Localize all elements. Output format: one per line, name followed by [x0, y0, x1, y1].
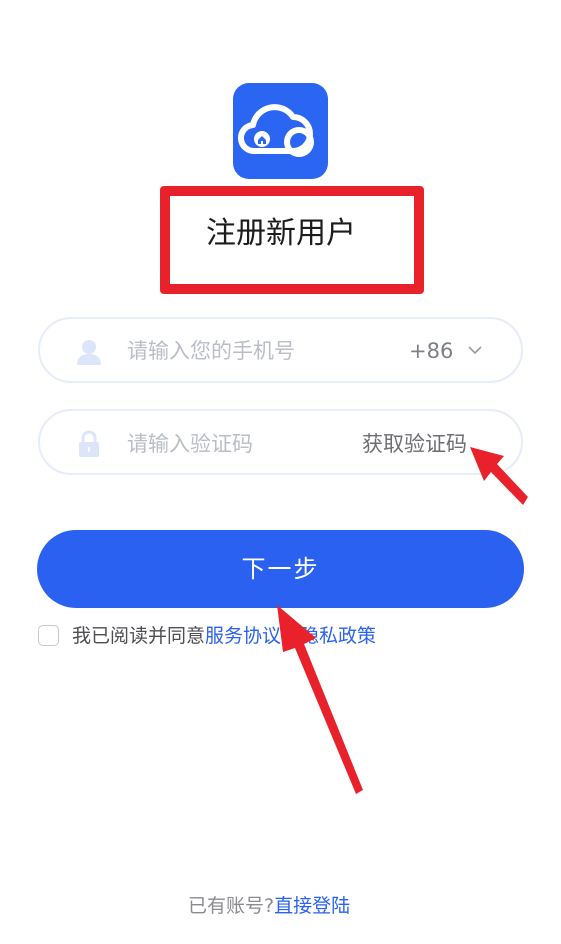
lock-icon — [79, 430, 99, 457]
phone-field[interactable]: 请输入您的手机号 +86 — [38, 317, 523, 383]
login-prompt-text: 已有账号? — [188, 895, 275, 917]
verification-code-field[interactable]: 请输入验证码 获取验证码 — [38, 409, 523, 475]
direct-login-link[interactable]: 直接登陆 — [274, 895, 350, 917]
privacy-policy-link[interactable]: 隐私政策 — [300, 625, 376, 647]
agreement-and: 和 — [281, 625, 301, 647]
login-prompt: 已有账号?直接登陆 — [188, 892, 350, 920]
agreement-prefix: 我已阅读并同意 — [72, 625, 206, 647]
user-icon — [77, 340, 101, 365]
app-logo — [233, 83, 328, 179]
agreement-text: 我已阅读并同意服务协议和隐私政策 — [72, 622, 376, 650]
chevron-down-icon[interactable] — [468, 345, 482, 355]
get-code-button[interactable]: 获取验证码 — [362, 430, 467, 458]
country-code-select[interactable]: +86 — [409, 337, 453, 365]
agreement-checkbox[interactable] — [38, 625, 59, 646]
code-input-placeholder[interactable]: 请输入验证码 — [127, 430, 253, 458]
service-agreement-link[interactable]: 服务协议 — [205, 625, 281, 647]
next-step-button[interactable]: 下一步 — [37, 530, 524, 608]
page-title: 注册新用户 — [206, 216, 356, 251]
cloud-home-icon — [238, 104, 314, 157]
phone-input-placeholder[interactable]: 请输入您的手机号 — [127, 337, 295, 365]
